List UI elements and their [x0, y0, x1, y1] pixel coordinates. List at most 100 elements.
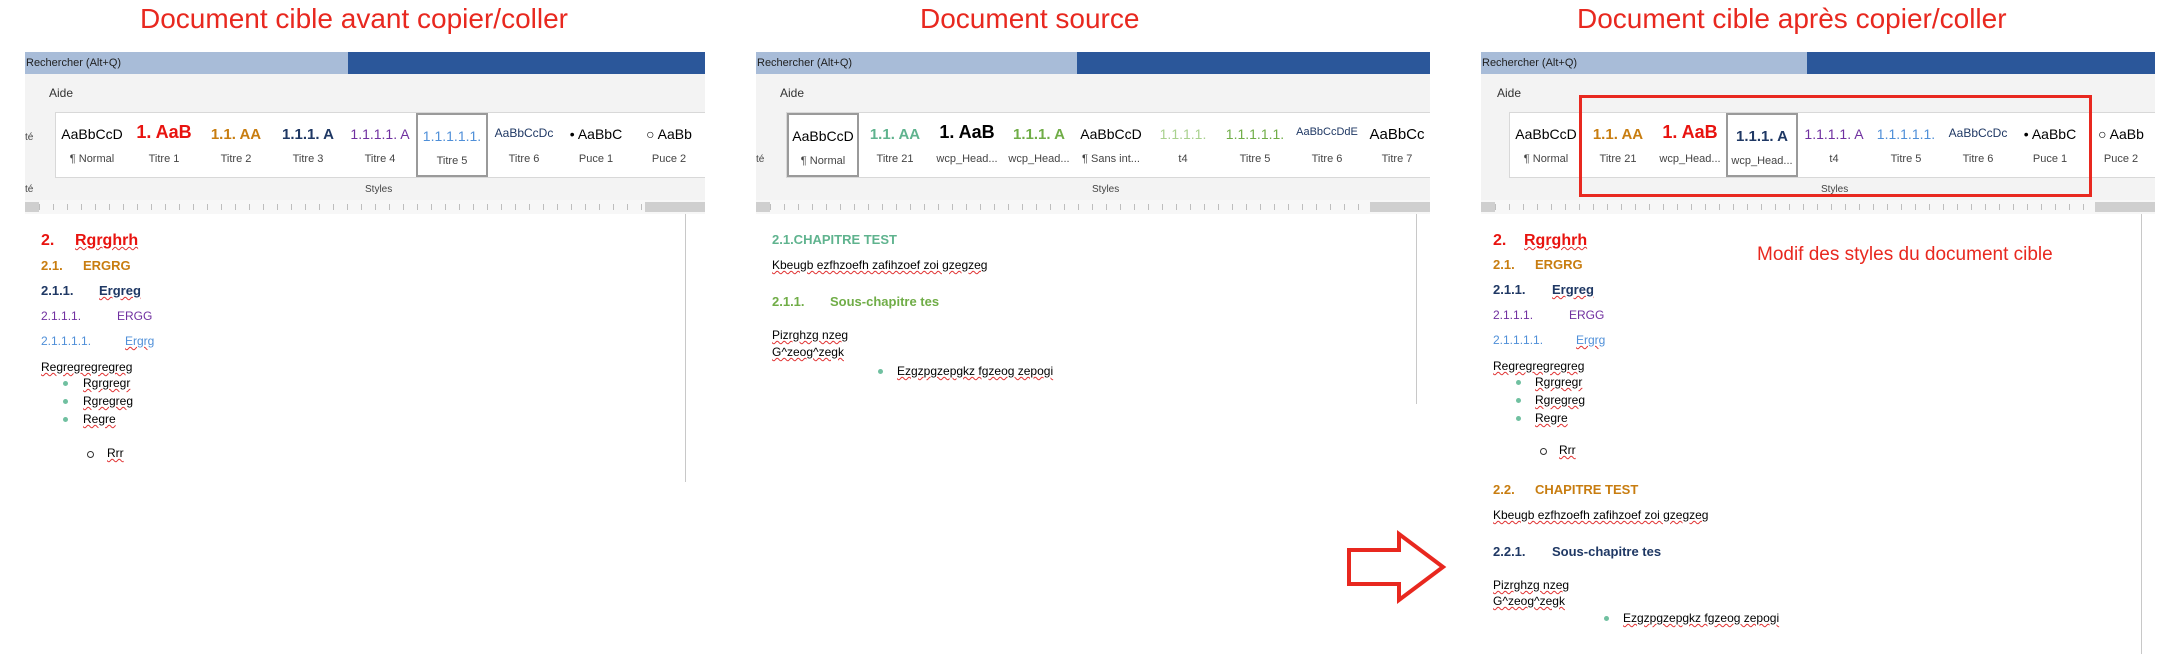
style-tile-selected[interactable]: 1.1.1.1.1. Titre 5	[416, 113, 488, 177]
paragraph: G^zeog^zegk	[1493, 594, 1565, 608]
heading-1-number: 2.	[1493, 232, 1507, 249]
paragraph: Pizrghzg nzeg	[1493, 578, 1570, 592]
style-tile[interactable]: AaBbCc Titre 7	[1363, 113, 1430, 177]
heading-5-number: 2.1.1.1.1.	[41, 334, 92, 348]
circle-bullet-icon	[1540, 448, 1547, 455]
side-label: té	[25, 132, 34, 143]
style-tile[interactable]: • AaBbC Puce 1	[560, 113, 632, 177]
search-box[interactable]: Rechercher (Alt+Q)	[1481, 52, 1807, 74]
annotation-text: Modif des styles du document cible	[1757, 244, 2053, 265]
heading-2: ERGRG	[83, 258, 131, 273]
menu-aide[interactable]: Aide	[780, 86, 804, 100]
panel-source: Rechercher (Alt+Q) Aide té AaBbCcD ¶ Nor…	[756, 52, 1430, 404]
title-source: Document source	[920, 3, 1140, 34]
list-item: Rgrgregr	[1535, 375, 1583, 389]
circle-bullet-icon	[87, 451, 94, 458]
bullet-icon	[878, 369, 883, 374]
styles-gallery: AaBbCcD ¶ Normal 1.1. AA Titre 21 1. AaB…	[786, 112, 1430, 178]
heading-5-number: 2.1.1.1.1.	[1493, 333, 1544, 347]
heading-3-number: 2.1.1.	[41, 283, 74, 298]
paragraph: Kbeugb ezfhzoefh zafihzoef zoi gzegzeg	[1493, 508, 1709, 522]
heading-5: Ergrg	[125, 334, 155, 348]
list-item: Ezgzpgzepgkz fgzeog zepogi	[1623, 611, 1780, 625]
paragraph: Pizrghzg nzeg	[772, 328, 849, 342]
style-tile[interactable]: 1.1.1.1. t4	[1147, 113, 1219, 177]
style-tile[interactable]: 1.1.1.1. A Titre 4	[344, 113, 416, 177]
style-tile[interactable]: AaBbCcD ¶ Sans int...	[1075, 113, 1147, 177]
styles-group-label: Styles	[365, 184, 393, 195]
paragraph: Regregregregreg	[41, 360, 133, 374]
heading-chapter: 2.1.CHAPITRE TEST	[772, 232, 897, 247]
document-page[interactable]: 2. Rgrghrh 2.1. ERGRG 2.1.1. Ergreg 2.1.…	[1481, 214, 2155, 654]
heading-4: ERGG	[1569, 308, 1605, 322]
list-item: Rgregreg	[1535, 393, 1586, 407]
bullet-icon	[1516, 398, 1521, 403]
style-tile[interactable]: 1. AaB Titre 1	[128, 113, 200, 177]
style-tile[interactable]: AaBbCcD ¶ Normal	[56, 113, 128, 177]
search-box[interactable]: Rechercher (Alt+Q)	[756, 52, 1077, 74]
heading-4-number: 2.1.1.1.	[1493, 308, 1534, 322]
bullet-icon	[63, 417, 68, 422]
ribbon: Aide té AaBbCcD ¶ Normal 1.1. AA Titre 2…	[756, 74, 1430, 201]
style-tile[interactable]: ○ AaBb Puce 2	[632, 113, 705, 177]
menu-aide[interactable]: Aide	[1497, 86, 1521, 100]
document-page[interactable]: 2. Rgrghrh 2.1. ERGRG 2.1.1. Ergreg 2.1.…	[25, 214, 705, 482]
sub-list-item: Rrr	[1559, 443, 1576, 457]
bullet-icon	[1516, 380, 1521, 385]
paragraph: Regregregregreg	[1493, 359, 1585, 373]
style-tile[interactable]: 1.1.1. A Titre 3	[272, 113, 344, 177]
list-item: Regre	[1535, 411, 1568, 425]
style-tile[interactable]: 1. AaB wcp_Head...	[931, 113, 1003, 177]
title-before: Document cible avant copier/coller	[140, 3, 568, 34]
ruler[interactable]	[1481, 200, 2155, 215]
search-box[interactable]: Rechercher (Alt+Q)	[25, 52, 348, 74]
heading-5: Ergrg	[1576, 333, 1606, 347]
list-item: Ezgzpgzepgkz fgzeog zepogi	[897, 364, 1054, 378]
paragraph: Kbeugb ezfhzoefh zafihzoef zoi gzegzeg	[772, 258, 988, 272]
heading-3-number: 2.1.1.	[1493, 282, 1526, 297]
heading-4: ERGG	[117, 309, 153, 323]
style-tile[interactable]: 1.1. AA Titre 21	[859, 113, 931, 177]
side-label: té	[25, 184, 34, 195]
heading-2: ERGRG	[1535, 257, 1583, 272]
heading-1: Rgrghrh	[1524, 232, 1588, 249]
menu-aide[interactable]: Aide	[49, 86, 73, 100]
ruler[interactable]	[25, 200, 705, 215]
heading-1-number: 2.	[41, 232, 55, 249]
style-tile[interactable]: ○ AaBb Puce 2	[2086, 113, 2155, 177]
bullet-icon	[1516, 416, 1521, 421]
list-item: Rgrgregr	[83, 376, 131, 390]
style-tile-selected[interactable]: AaBbCcD ¶ Normal	[787, 113, 859, 177]
paragraph: G^zeog^zegk	[772, 345, 844, 359]
heading-2: CHAPITRE TEST	[1535, 482, 1639, 497]
ribbon: Aide té té AaBbCcD ¶ Normal 1. AaB Titre…	[25, 74, 705, 201]
style-tile[interactable]: AaBbCcDdE Titre 6	[1291, 113, 1363, 177]
styles-group-label: Styles	[1092, 184, 1120, 195]
heading-3: Ergreg	[99, 283, 141, 298]
highlight-box	[1579, 95, 2092, 197]
heading-3: Ergreg	[1552, 282, 1594, 297]
style-tile[interactable]: 1.1. AA Titre 2	[200, 113, 272, 177]
bullet-icon	[1604, 616, 1609, 621]
heading-2-number: 2.1.	[1493, 257, 1515, 272]
style-tile[interactable]: 1.1.1. A wcp_Head...	[1003, 113, 1075, 177]
side-label: té	[756, 154, 765, 165]
heading-sub-number: 2.1.1.	[772, 294, 805, 309]
list-item: Regre	[83, 412, 116, 426]
style-tile[interactable]: AaBbCcDc Titre 6	[488, 113, 560, 177]
styles-gallery: AaBbCcD ¶ Normal 1. AaB Titre 1 1.1. AA …	[55, 112, 705, 178]
bullet-icon	[63, 399, 68, 404]
heading-2-number: 2.2.	[1493, 482, 1515, 497]
title-after: Document cible après copier/coller	[1577, 3, 2007, 34]
ruler[interactable]	[756, 200, 1430, 215]
style-tile[interactable]: AaBbCcD ¶ Normal	[1510, 113, 1582, 177]
sub-list-item: Rrr	[107, 446, 124, 460]
heading-3-number: 2.2.1.	[1493, 544, 1526, 559]
bullet-icon	[63, 381, 68, 386]
style-tile[interactable]: 1.1.1.1.1. Titre 5	[1219, 113, 1291, 177]
document-page[interactable]: 2.1.CHAPITRE TEST Kbeugb ezfhzoefh zafih…	[756, 214, 1430, 404]
heading-1: Rgrghrh	[75, 232, 139, 249]
heading-4-number: 2.1.1.1.	[41, 309, 82, 323]
list-item: Rgregreg	[83, 394, 134, 408]
heading-sub: Sous-chapitre tes	[830, 294, 940, 309]
